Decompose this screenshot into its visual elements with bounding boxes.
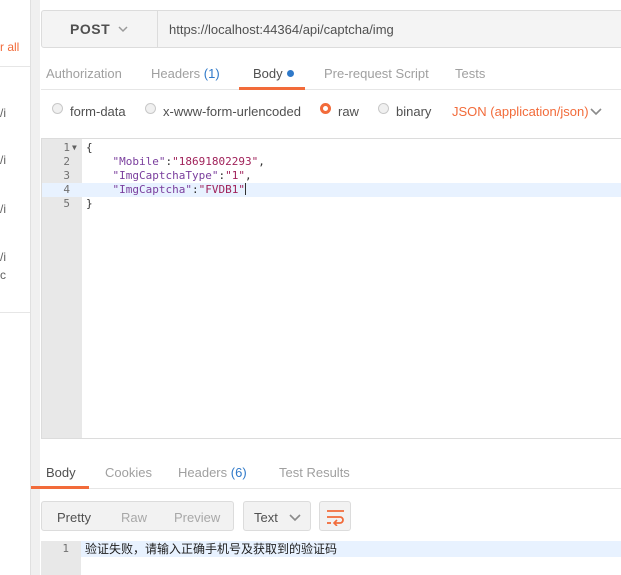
radio-label: raw	[338, 104, 359, 119]
history-item-fragment[interactable]: /i	[0, 153, 6, 167]
history-item-fragment[interactable]: /i	[0, 250, 6, 264]
response-tab-headers[interactable]: Headers (6)	[178, 465, 247, 480]
body-code-editor[interactable]: 1 ▼ { 2 "Mobile":"18691802293", 3 "ImgCa…	[41, 138, 621, 439]
code-line: 3 "ImgCaptchaType":"1",	[42, 169, 621, 183]
line-number: 2	[63, 155, 70, 168]
content-type-select[interactable]: JSON (application/json)	[452, 104, 589, 119]
radio-icon	[52, 103, 63, 114]
json-key: "ImgCaptcha"	[112, 183, 192, 196]
sidebar-divider	[0, 312, 30, 313]
response-tabs: Body Cookies Headers (6) Test Results	[31, 455, 621, 489]
tab-authorization[interactable]: Authorization	[46, 66, 122, 81]
radio-binary[interactable]: binary	[378, 103, 432, 119]
radio-label: binary	[396, 104, 432, 119]
json-key: "Mobile"	[112, 155, 166, 168]
sidebar-divider	[0, 66, 30, 67]
line-number: 1	[62, 542, 69, 555]
response-tab-cookies[interactable]: Cookies	[105, 465, 152, 480]
radio-label: x-www-form-urlencoded	[163, 104, 301, 119]
radio-selected-icon	[320, 103, 331, 114]
response-format-select[interactable]: Text	[243, 501, 311, 531]
response-tab-body[interactable]: Body	[46, 465, 76, 480]
line-number: 5	[63, 197, 70, 210]
method-label: POST	[70, 21, 111, 37]
radio-icon	[378, 103, 389, 114]
radio-label: form-data	[70, 104, 126, 119]
json-value: "FVDB1"	[198, 183, 245, 196]
active-tab-indicator	[31, 486, 89, 489]
json-value: "18691802293"	[172, 155, 259, 168]
tab-prerequest-script[interactable]: Pre-request Script	[324, 66, 429, 81]
response-body-text: 验证失败，请输入正确手机号及获取到的验证码	[85, 542, 338, 556]
format-label: Text	[254, 510, 278, 525]
code-line: 5 }	[42, 197, 621, 211]
tab-tests[interactable]: Tests	[455, 66, 485, 81]
modified-dot-icon	[286, 70, 294, 77]
code-text: {	[86, 141, 93, 154]
chevron-down-icon	[289, 514, 301, 522]
request-tabs: Authorization Headers (1) Body Pre-reque…	[41, 60, 621, 90]
wrap-lines-button[interactable]	[319, 501, 351, 531]
line-number: 3	[63, 169, 70, 182]
response-tab-headers-label: Headers	[178, 465, 228, 480]
response-view-toggle: Pretty Raw Preview	[41, 501, 234, 531]
history-item-fragment[interactable]: /i	[0, 106, 6, 120]
view-raw-button[interactable]: Raw	[121, 510, 147, 525]
history-item-fragment[interactable]: /i	[0, 202, 6, 216]
tab-headers-label: Headers	[151, 66, 201, 81]
history-sidebar: r all /i /i /i /i c	[0, 0, 31, 575]
wrap-lines-icon	[327, 510, 344, 526]
request-bar: POST https://localhost:44364/api/captcha…	[41, 10, 621, 48]
response-tab-test-results[interactable]: Test Results	[279, 465, 350, 480]
history-item-fragment[interactable]: c	[0, 268, 6, 282]
text-cursor	[244, 183, 246, 195]
view-pretty-button[interactable]: Pretty	[57, 510, 91, 525]
radio-urlencoded[interactable]: x-www-form-urlencoded	[145, 103, 301, 119]
tab-headers[interactable]: Headers (1)	[151, 66, 220, 81]
json-punct: ,	[258, 155, 265, 168]
tab-headers-count: (1)	[203, 66, 220, 81]
url-input[interactable]: https://localhost:44364/api/captcha/img	[169, 11, 394, 47]
view-preview-button[interactable]: Preview	[174, 510, 220, 525]
line-number: 4	[63, 183, 70, 196]
code-line: 1 ▼ {	[42, 141, 621, 155]
code-text: "Mobile":"18691802293",	[112, 155, 265, 168]
chevron-down-icon[interactable]	[590, 107, 602, 117]
tab-body[interactable]: Body	[253, 66, 294, 81]
code-line: 2 "Mobile":"18691802293",	[42, 155, 621, 169]
line-number: 1	[63, 141, 70, 154]
code-text: "ImgCaptchaType":"1",	[112, 169, 252, 182]
radio-raw[interactable]: raw	[320, 103, 359, 119]
clear-all-link[interactable]: r all	[0, 40, 19, 54]
code-text: }	[86, 197, 93, 210]
json-key: "ImgCaptchaType"	[112, 169, 219, 182]
radio-form-data[interactable]: form-data	[52, 103, 126, 119]
code-line-active: 4 "ImgCaptcha":"FVDB1"	[42, 183, 621, 197]
radio-icon	[145, 103, 156, 114]
method-select[interactable]: POST	[42, 11, 158, 47]
chevron-down-icon	[118, 26, 128, 33]
json-punct: ,	[244, 169, 252, 182]
code-text: "ImgCaptcha":"FVDB1"	[112, 183, 246, 196]
active-tab-indicator	[239, 87, 305, 90]
response-tab-headers-count: (6)	[230, 465, 247, 480]
json-value: "1"	[225, 169, 245, 182]
fold-arrow-icon[interactable]: ▼	[72, 141, 77, 155]
tab-body-label: Body	[253, 66, 283, 81]
